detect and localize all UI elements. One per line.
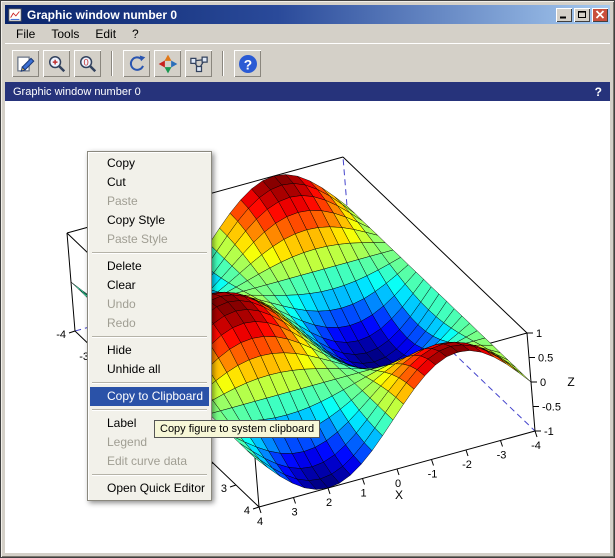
svg-text:-4: -4 [531, 440, 541, 452]
svg-text:Z: Z [567, 375, 574, 389]
minimize-button[interactable] [556, 8, 572, 22]
infobar: Graphic window number 0 ? [5, 82, 610, 101]
svg-text:X: X [395, 488, 403, 502]
svg-text:3: 3 [291, 507, 297, 519]
context-menu-item-cut[interactable]: Cut [90, 173, 209, 192]
svg-text:2: 2 [326, 497, 332, 509]
menubar-item-edit[interactable]: Edit [87, 25, 124, 43]
export-icon [16, 54, 36, 74]
window: Graphic window number 0 FileToolsEdit? 0… [0, 0, 615, 558]
context-menu-item-copy-to-clipboard[interactable]: Copy to Clipboard [90, 387, 209, 406]
toolbar-separator [111, 51, 113, 76]
close-icon [595, 10, 605, 19]
svg-text:1: 1 [360, 488, 366, 500]
context-menu-item-unhide-all[interactable]: Unhide all [90, 360, 209, 379]
zoom-original-icon: 0 [78, 54, 98, 74]
svg-text:4: 4 [244, 505, 250, 517]
rotation-3d-button[interactable] [154, 50, 181, 77]
zoom-in-icon [47, 54, 67, 74]
menubar-item-file[interactable]: File [8, 25, 43, 43]
svg-text:?: ? [243, 57, 251, 72]
svg-text:1: 1 [536, 328, 542, 340]
svg-text:0: 0 [540, 377, 546, 389]
menubar-item-tools[interactable]: Tools [43, 25, 87, 43]
close-button[interactable] [592, 8, 608, 22]
infobar-title: Graphic window number 0 [13, 86, 141, 98]
rotate-icon [127, 54, 147, 74]
rotation-3d-icon [158, 54, 178, 74]
context-menu-item-copy[interactable]: Copy [90, 154, 209, 173]
maximize-button[interactable] [574, 8, 590, 22]
context-menu-item-undo: Undo [90, 295, 209, 314]
infobar-help-button[interactable]: ? [595, 85, 602, 99]
window-icon [8, 8, 22, 22]
export-button[interactable] [12, 50, 39, 77]
context-menu-separator [92, 474, 207, 476]
context-menu-item-paste-style: Paste Style [90, 230, 209, 249]
svg-text:3: 3 [221, 483, 227, 495]
help-icon: ? [238, 54, 258, 74]
context-menu-item-delete[interactable]: Delete [90, 257, 209, 276]
svg-text:-4: -4 [56, 329, 66, 341]
context-menu-item-edit-curve-data: Edit curve data [90, 452, 209, 471]
window-title: Graphic window number 0 [27, 8, 556, 22]
zoom-in-button[interactable] [43, 50, 70, 77]
titlebar[interactable]: Graphic window number 0 [5, 5, 610, 24]
ged-icon [189, 54, 209, 74]
svg-text:0.5: 0.5 [538, 353, 553, 365]
svg-text:-2: -2 [462, 459, 472, 471]
axis-labels: XZ [395, 375, 575, 502]
toolbar: 0? [5, 43, 610, 84]
svg-text:-3: -3 [497, 450, 507, 462]
minimize-icon [559, 10, 569, 19]
context-menu-separator [92, 409, 207, 411]
svg-text:-1: -1 [428, 469, 438, 481]
window-controls [556, 8, 608, 22]
context-menu-item-clear[interactable]: Clear [90, 276, 209, 295]
toolbar-separator [222, 51, 224, 76]
zoom-original-button[interactable]: 0 [74, 50, 101, 77]
context-menu-item-copy-style[interactable]: Copy Style [90, 211, 209, 230]
maximize-icon [577, 10, 587, 19]
menubar-item-help[interactable]: ? [124, 25, 147, 43]
context-menu-item-paste: Paste [90, 192, 209, 211]
context-menu-separator [92, 382, 207, 384]
context-menu: CopyCutPasteCopy StylePaste StyleDeleteC… [87, 151, 212, 501]
svg-text:-0.5: -0.5 [542, 402, 561, 414]
svg-text:0: 0 [83, 57, 88, 67]
ged-button[interactable] [185, 50, 212, 77]
context-menu-item-hide[interactable]: Hide [90, 341, 209, 360]
context-menu-item-redo: Redo [90, 314, 209, 333]
rotate-button[interactable] [123, 50, 150, 77]
context-menu-separator [92, 336, 207, 338]
context-menu-separator [92, 252, 207, 254]
menubar: FileToolsEdit? [5, 24, 610, 43]
help-button[interactable]: ? [234, 50, 261, 77]
context-menu-item-open-quick-editor[interactable]: Open Quick Editor [90, 479, 209, 498]
tooltip: Copy figure to system clipboard [154, 420, 320, 438]
svg-text:-1: -1 [544, 426, 554, 438]
svg-text:4: 4 [257, 516, 263, 528]
